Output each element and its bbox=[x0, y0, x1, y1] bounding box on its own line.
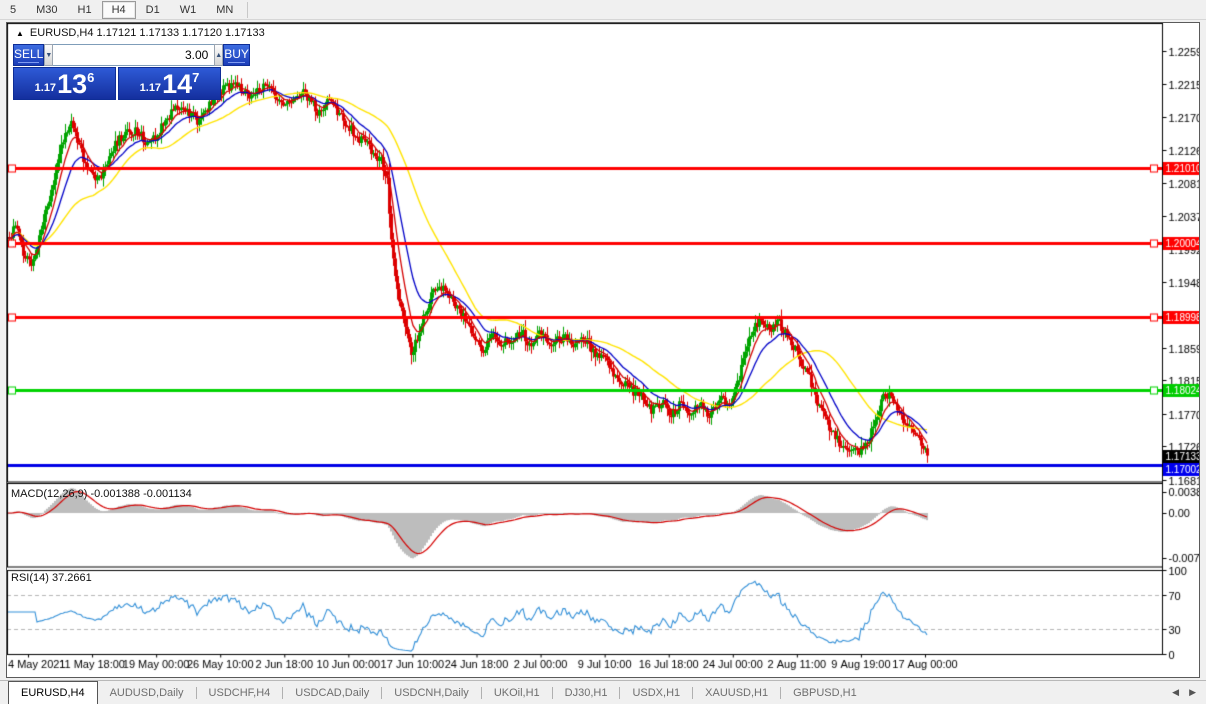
timeframe-toolbar: 5 M30 H1 H4 D1 W1 MN bbox=[0, 0, 1206, 20]
tab-usdchf-h4[interactable]: USDCHF,H4 bbox=[197, 681, 283, 704]
timeframe-button-m5[interactable]: 5 bbox=[0, 1, 26, 19]
volume-decrease-button[interactable]: ▼ bbox=[44, 44, 53, 66]
tab-usdcad-daily[interactable]: USDCAD,Daily bbox=[283, 681, 381, 704]
rsi-indicator-label: RSI(14) 37.2661 bbox=[11, 572, 92, 584]
tab-scroll-left-icon[interactable]: ◀ bbox=[1172, 687, 1179, 698]
sell-price-pip: 6 bbox=[87, 70, 94, 85]
buy-underline bbox=[228, 62, 245, 63]
buy-price-main: 14 bbox=[162, 71, 192, 97]
timeframe-button-m30[interactable]: M30 bbox=[26, 1, 67, 19]
volume-input[interactable] bbox=[53, 44, 214, 66]
macd-indicator-label: MACD(12,26,9) -0.001388 -0.001134 bbox=[11, 488, 192, 500]
timeframe-button-h4[interactable]: H4 bbox=[102, 1, 136, 19]
toolbar-separator bbox=[247, 2, 248, 18]
tab-scroll-right-icon[interactable]: ▶ bbox=[1189, 687, 1196, 698]
tab-gbpusd-h1[interactable]: GBPUSD,H1 bbox=[781, 681, 869, 704]
collapse-triangle-icon[interactable]: ▲ bbox=[16, 29, 24, 38]
chart-canvas[interactable] bbox=[7, 23, 1199, 677]
volume-increase-button[interactable]: ▲ bbox=[214, 44, 223, 66]
sell-button[interactable]: SELL bbox=[13, 44, 44, 66]
tab-ukoil-h1[interactable]: UKOil,H1 bbox=[482, 681, 552, 704]
buy-button[interactable]: BUY bbox=[223, 44, 250, 66]
sell-underline bbox=[18, 62, 39, 63]
tab-audusd-daily[interactable]: AUDUSD,Daily bbox=[98, 681, 196, 704]
tab-usdx-h1[interactable]: USDX,H1 bbox=[620, 681, 692, 704]
buy-price-prefix: 1.17 bbox=[140, 82, 161, 94]
tab-xauusd-h1[interactable]: XAUUSD,H1 bbox=[693, 681, 780, 704]
timeframe-button-d1[interactable]: D1 bbox=[136, 1, 170, 19]
buy-price-quote[interactable]: 1.17 14 7 bbox=[118, 67, 221, 100]
tab-scroll-arrows: ◀ ▶ bbox=[1172, 681, 1206, 704]
chart-title-text: EURUSD,H4 1.17121 1.17133 1.17120 1.1713… bbox=[30, 27, 265, 39]
chart-window: ▲ EURUSD,H4 1.17121 1.17133 1.17120 1.17… bbox=[6, 22, 1200, 678]
buy-button-label: BUY bbox=[224, 47, 249, 61]
sell-button-label: SELL bbox=[14, 47, 43, 61]
buy-price-pip: 7 bbox=[192, 70, 199, 85]
tab-dj30-h1[interactable]: DJ30,H1 bbox=[553, 681, 620, 704]
timeframe-button-w1[interactable]: W1 bbox=[170, 1, 207, 19]
sell-price-main: 13 bbox=[57, 71, 87, 97]
tab-eurusd-h4[interactable]: EURUSD,H4 bbox=[8, 681, 98, 704]
chart-title: ▲ EURUSD,H4 1.17121 1.17133 1.17120 1.17… bbox=[16, 27, 265, 39]
chart-client-area: ▲ EURUSD,H4 1.17121 1.17133 1.17120 1.17… bbox=[7, 23, 1199, 677]
timeframe-button-mn[interactable]: MN bbox=[206, 1, 243, 19]
one-click-trading-panel: SELL ▼ ▲ BUY 1.17 13 6 1.17 bbox=[13, 44, 221, 100]
sell-price-prefix: 1.17 bbox=[35, 82, 56, 94]
sell-price-quote[interactable]: 1.17 13 6 bbox=[13, 67, 116, 100]
timeframe-button-h1[interactable]: H1 bbox=[68, 1, 102, 19]
tab-usdcnh-daily[interactable]: USDCNH,Daily bbox=[382, 681, 481, 704]
chart-tabbar: EURUSD,H4 AUDUSD,Daily USDCHF,H4 USDCAD,… bbox=[0, 680, 1206, 704]
